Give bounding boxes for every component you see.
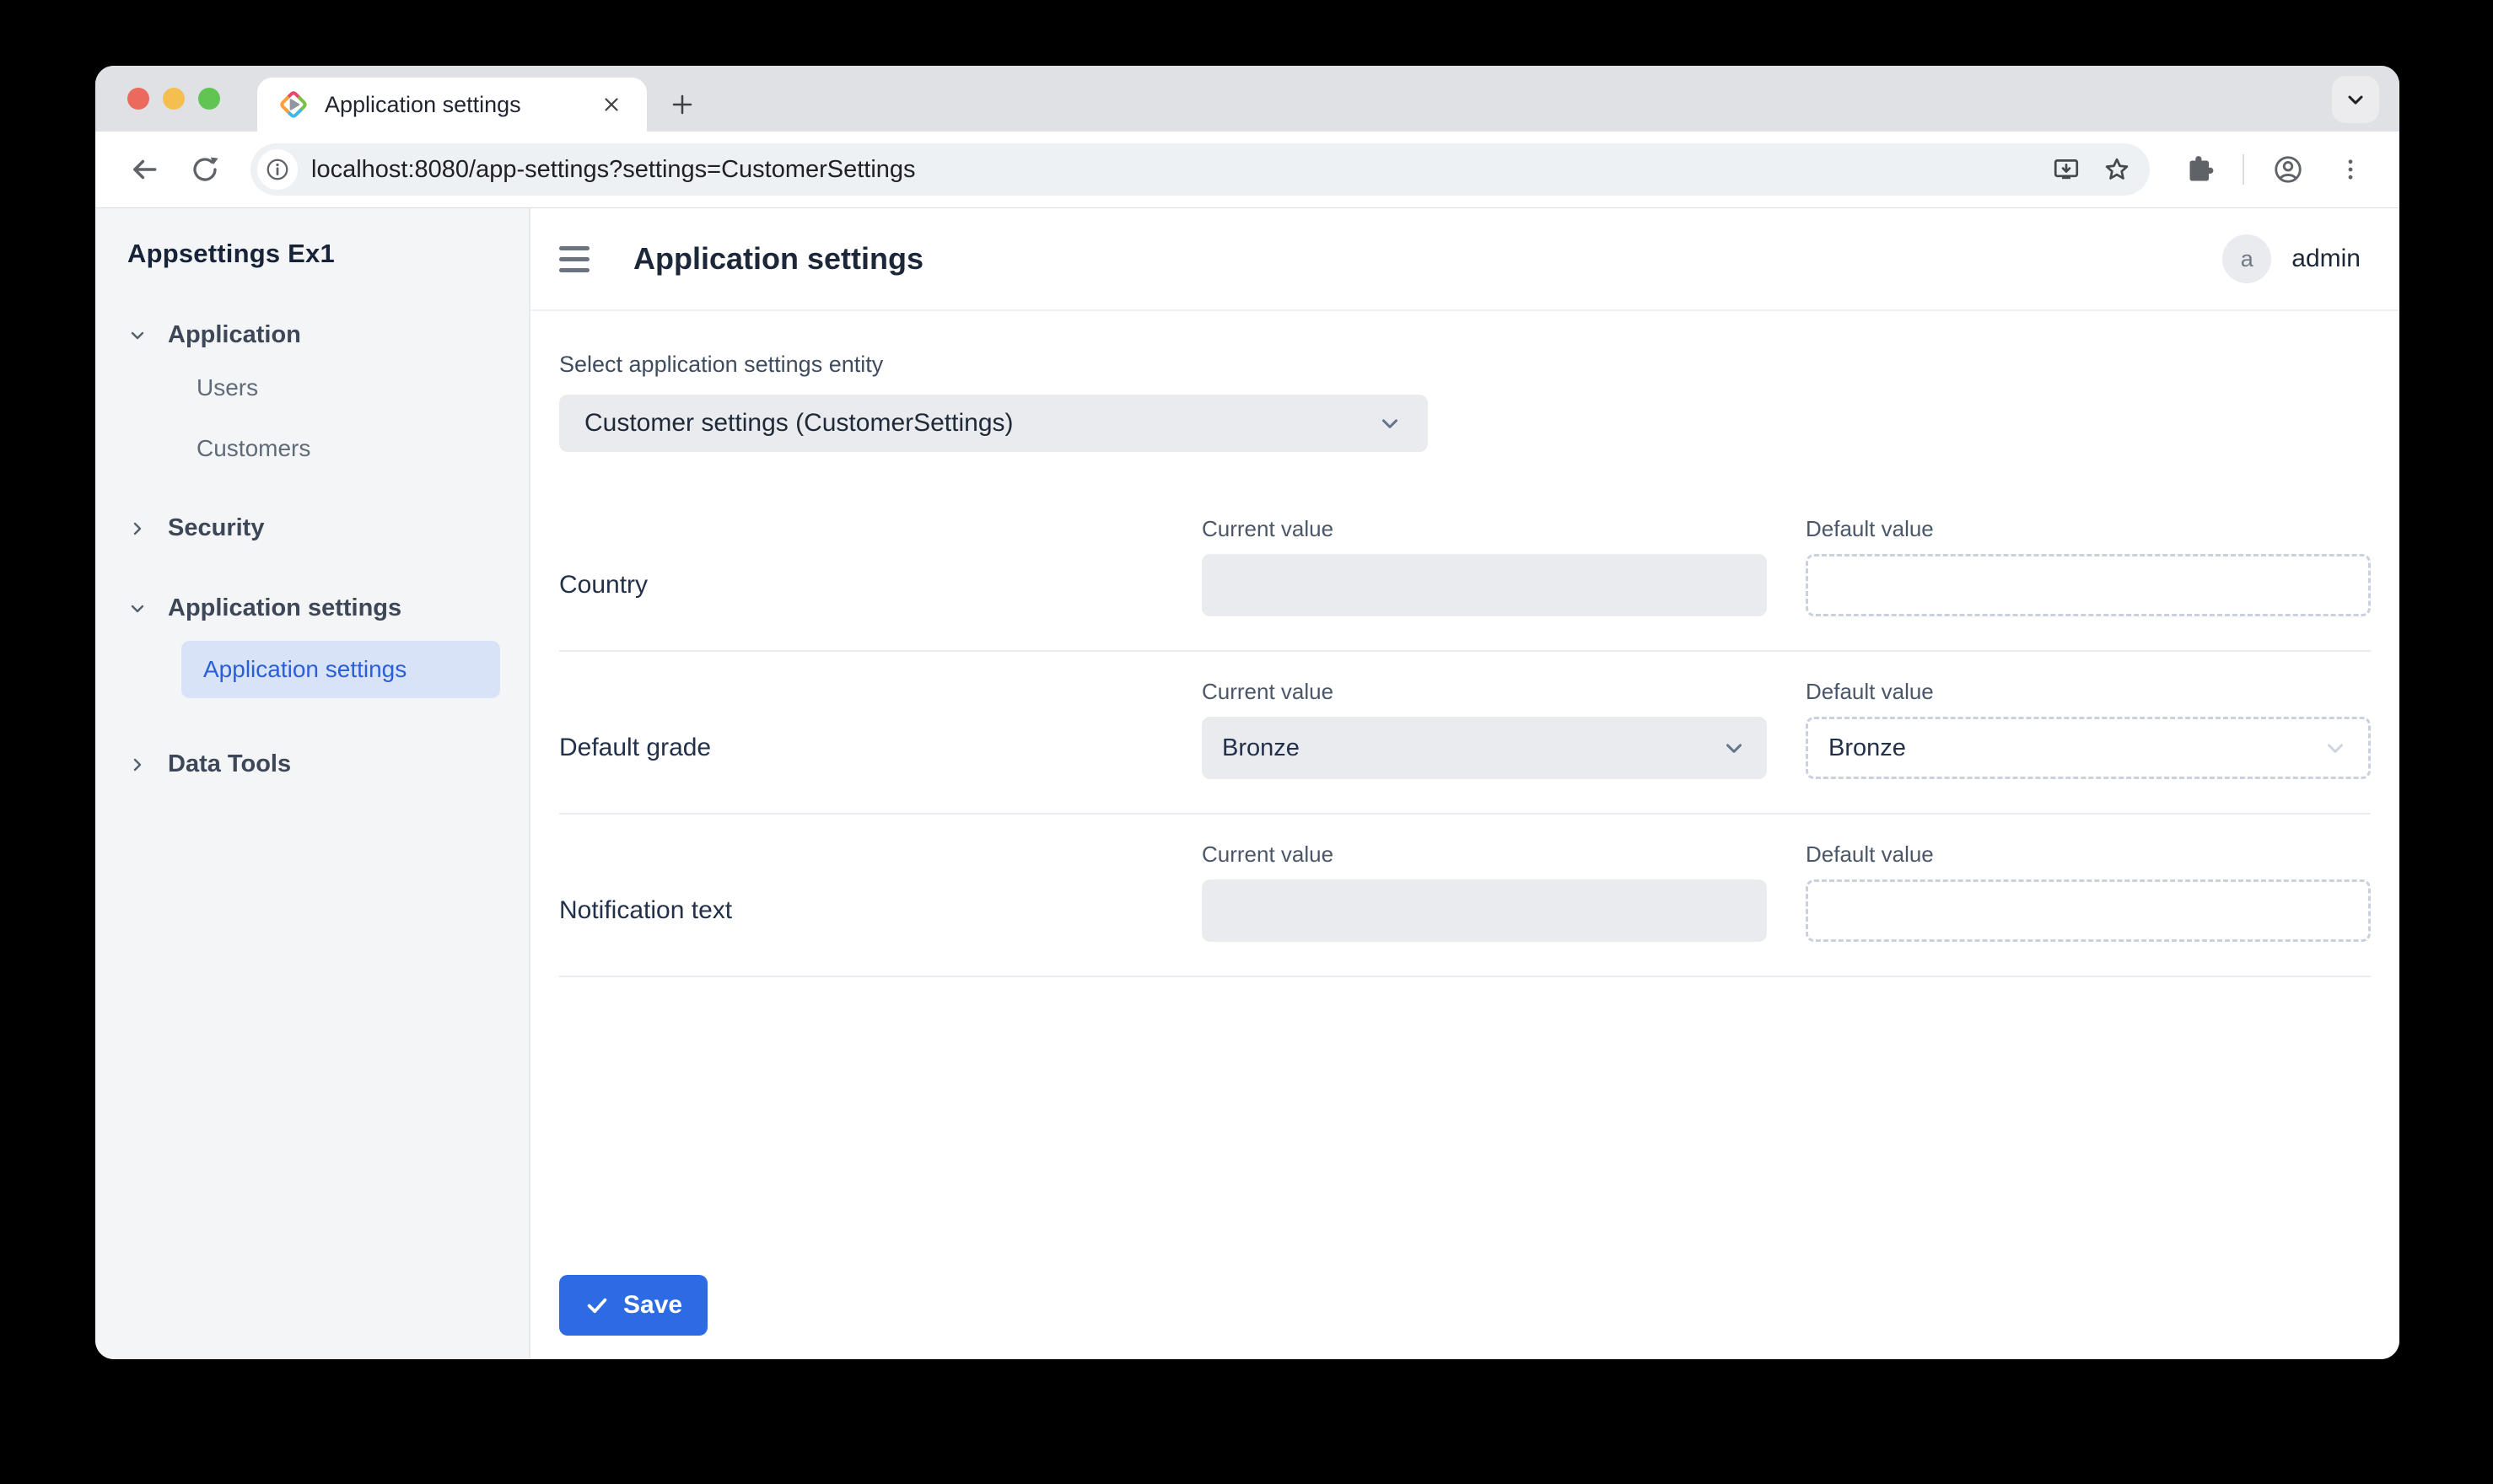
setting-label: Country (559, 571, 1163, 600)
setting-label: Notification text (559, 896, 1163, 925)
user-menu[interactable]: a admin (2222, 234, 2361, 283)
settings-content: Select application settings entity Custo… (530, 311, 2399, 1359)
entity-select-label: Select application settings entity (559, 352, 2371, 378)
chevron-down-icon (1377, 411, 1403, 436)
new-tab-button[interactable] (662, 84, 703, 125)
sidebar-item-users[interactable]: Users (197, 374, 510, 401)
sidebar-group-application[interactable]: Application (127, 321, 510, 349)
tab-strip-chevron-down-icon[interactable] (2332, 76, 2379, 123)
chevron-down-icon (2323, 735, 2348, 761)
browser-toolbar: localhost:8080/app-settings?settings=Cus… (95, 132, 2399, 208)
browser-window: Application settings (95, 66, 2399, 1359)
tab-strip: Application settings (95, 66, 2399, 132)
sidebar-item-application-settings-selected[interactable]: Application settings (181, 641, 500, 698)
minimize-window-button[interactable] (163, 88, 185, 110)
check-icon (584, 1293, 610, 1318)
page-header: Application settings a admin (530, 208, 2399, 311)
install-app-icon[interactable] (2052, 155, 2081, 184)
chevron-down-icon (1721, 735, 1747, 761)
sidebar-group-security[interactable]: Security (127, 514, 510, 542)
chevron-down-icon (127, 599, 148, 619)
reload-icon[interactable] (178, 142, 232, 196)
sidebar-item-customers[interactable]: Customers (197, 435, 510, 462)
default-grade-current-select[interactable]: Bronze (1202, 717, 1767, 779)
current-value-header: Current value (1202, 841, 1767, 868)
avatar: a (2222, 234, 2271, 283)
tab-title: Application settings (325, 92, 595, 118)
setting-row-notification-text: Notification text Current value Default … (559, 815, 2371, 977)
site-info-icon[interactable] (257, 149, 298, 190)
entity-select-value: Customer settings (CustomerSettings) (584, 409, 1377, 438)
toolbar-separator (2243, 154, 2244, 185)
entity-select[interactable]: Customer settings (CustomerSettings) (559, 395, 1428, 452)
browser-menu-kebab-icon[interactable] (2323, 142, 2377, 196)
browser-profile-icon[interactable] (2261, 142, 2315, 196)
current-value-header: Current value (1202, 516, 1767, 542)
setting-label: Default grade (559, 734, 1163, 762)
country-current-input[interactable] (1202, 554, 1767, 616)
tab-close-icon[interactable] (595, 88, 628, 121)
default-value-header: Default value (1806, 679, 2371, 705)
chevron-right-icon (127, 519, 148, 539)
notification-text-current-input[interactable] (1202, 879, 1767, 942)
current-value-header: Current value (1202, 679, 1767, 705)
hamburger-menu-icon[interactable] (559, 235, 606, 282)
setting-row-country: Country Current value Default value (559, 489, 2371, 652)
default-value-header: Default value (1806, 841, 2371, 868)
back-icon[interactable] (117, 142, 171, 196)
zoom-window-button[interactable] (198, 88, 220, 110)
default-value-header: Default value (1806, 516, 2371, 542)
url-text: localhost:8080/app-settings?settings=Cus… (311, 156, 2052, 184)
extensions-puzzle-icon[interactable] (2172, 142, 2226, 196)
favicon-radzen-icon (277, 89, 310, 121)
bookmark-star-icon[interactable] (2103, 155, 2131, 184)
sidebar-group-application-settings[interactable]: Application settings (127, 594, 510, 622)
browser-tab[interactable]: Application settings (257, 78, 647, 132)
sidebar-group-data-tools[interactable]: Data Tools (127, 750, 510, 778)
notification-text-default-input[interactable] (1806, 879, 2371, 942)
username: admin (2291, 245, 2361, 273)
close-window-button[interactable] (127, 88, 149, 110)
setting-row-default-grade: Default grade Current value Default valu… (559, 652, 2371, 815)
save-button[interactable]: Save (559, 1275, 708, 1336)
app-title: Appsettings Ex1 (127, 239, 510, 269)
sidebar: Appsettings Ex1 Application Users Custom… (95, 208, 530, 1359)
address-bar[interactable]: localhost:8080/app-settings?settings=Cus… (250, 143, 2150, 196)
window-controls (127, 66, 220, 132)
page-title: Application settings (633, 241, 2222, 277)
chevron-right-icon (127, 755, 148, 775)
default-grade-default-select: Bronze (1806, 717, 2371, 779)
country-default-input[interactable] (1806, 554, 2371, 616)
chevron-down-icon (127, 325, 148, 346)
